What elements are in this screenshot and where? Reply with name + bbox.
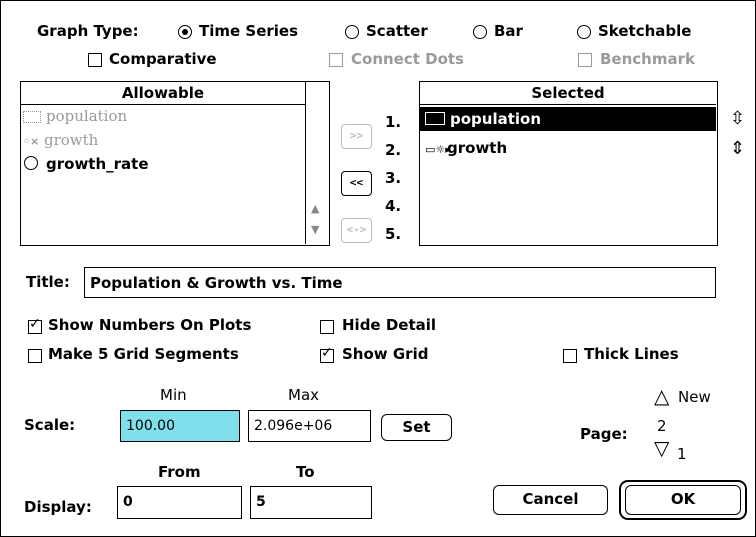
display-to-input[interactable]: 5 bbox=[250, 486, 372, 519]
comparative-label: Comparative bbox=[109, 50, 217, 68]
allowable-list[interactable]: Allowable population ◦⨯ growth growth_rat… bbox=[20, 81, 330, 246]
reorder-first-icon[interactable]: ⇳ bbox=[730, 108, 745, 129]
benchmark-label: Benchmark bbox=[600, 50, 695, 68]
slot-number: 3. bbox=[385, 169, 402, 187]
selected-item[interactable]: ▭☼▸growth bbox=[425, 139, 507, 157]
checkmark-icon: ✓ bbox=[29, 316, 41, 332]
scale-max-input[interactable]: 2.096e+06 bbox=[248, 410, 371, 442]
connect-dots-checkbox bbox=[329, 53, 343, 67]
radio-time-series-label: Time Series bbox=[199, 22, 299, 40]
page-prev-label: 1 bbox=[677, 445, 687, 463]
radio-bar-label: Bar bbox=[494, 22, 523, 40]
scroll-up-icon[interactable]: ▲ bbox=[311, 202, 319, 215]
radio-sketchable-label: Sketchable bbox=[598, 22, 692, 40]
scale-label: Scale: bbox=[24, 416, 76, 434]
selected-item[interactable]: population bbox=[420, 107, 716, 131]
set-button[interactable]: Set bbox=[381, 414, 452, 441]
allowable-header: Allowable bbox=[21, 82, 305, 105]
comparative-checkbox[interactable] bbox=[88, 53, 102, 67]
display-to-label: To bbox=[296, 463, 315, 481]
grid-segments-label: Make 5 Grid Segments bbox=[48, 345, 239, 363]
benchmark-checkbox bbox=[578, 53, 592, 67]
scroll-down-icon[interactable]: ▼ bbox=[311, 223, 319, 236]
thick-lines-checkbox[interactable] bbox=[563, 349, 577, 363]
show-grid-checkbox[interactable]: ✓ bbox=[320, 345, 334, 363]
radio-sketchable-button[interactable] bbox=[577, 25, 591, 39]
page-number: 2 bbox=[657, 417, 667, 435]
radio-scatter-label: Scatter bbox=[366, 22, 428, 40]
scale-min-input[interactable]: 100.00 bbox=[120, 410, 240, 442]
radio-time-series-button[interactable] bbox=[178, 25, 192, 39]
page-down-icon[interactable]: ▽ bbox=[654, 438, 669, 458]
allowable-item[interactable]: growth_rate bbox=[24, 155, 149, 173]
show-numbers-checkbox[interactable]: ✓ bbox=[28, 316, 42, 334]
show-grid-label: Show Grid bbox=[342, 345, 429, 363]
allowable-scrollbar[interactable]: ▲ ▼ bbox=[305, 82, 328, 244]
scale-min-label: Min bbox=[160, 386, 187, 404]
hide-detail-label: Hide Detail bbox=[342, 316, 437, 334]
scale-max-label: Max bbox=[288, 386, 320, 404]
selected-header: Selected bbox=[420, 82, 716, 105]
remove-button[interactable]: << bbox=[341, 171, 372, 196]
hide-detail-checkbox[interactable] bbox=[320, 320, 334, 334]
grid-segments-checkbox[interactable] bbox=[28, 349, 42, 363]
swap-button[interactable]: <-> bbox=[341, 218, 372, 243]
ok-button[interactable]: OK bbox=[625, 485, 741, 515]
slot-number: 5. bbox=[385, 225, 402, 243]
slot-number: 4. bbox=[385, 197, 402, 215]
selected-list[interactable]: Selected population ▭☼▸growth bbox=[419, 81, 718, 246]
title-input[interactable]: Population & Growth vs. Time bbox=[84, 267, 716, 298]
page-label: Page: bbox=[580, 425, 628, 443]
title-label: Title: bbox=[26, 273, 70, 291]
checkmark-icon: ✓ bbox=[321, 345, 333, 361]
show-numbers-label: Show Numbers On Plots bbox=[48, 316, 252, 334]
stock-icon bbox=[425, 112, 445, 125]
flow-icon: ▭☼▸ bbox=[425, 143, 451, 156]
page-up-icon[interactable]: △ bbox=[654, 386, 669, 406]
page-new-label: New bbox=[678, 388, 711, 406]
slot-number: 1. bbox=[385, 113, 402, 131]
flow-icon: ◦⨯ bbox=[23, 135, 40, 148]
display-from-input[interactable]: 0 bbox=[117, 486, 242, 519]
radio-scatter-button[interactable] bbox=[345, 25, 359, 39]
slot-number: 2. bbox=[385, 141, 402, 159]
stock-icon bbox=[23, 110, 41, 123]
display-from-label: From bbox=[158, 463, 201, 481]
allowable-item[interactable]: ◦⨯ growth bbox=[23, 131, 98, 149]
reorder-icon[interactable]: ⇕ bbox=[730, 138, 745, 159]
radio-bar-button[interactable] bbox=[473, 25, 487, 39]
allowable-item[interactable]: population bbox=[23, 107, 127, 125]
cancel-button[interactable]: Cancel bbox=[493, 485, 608, 515]
connect-dots-label: Connect Dots bbox=[351, 50, 464, 68]
converter-icon bbox=[24, 156, 38, 170]
thick-lines-label: Thick Lines bbox=[584, 345, 679, 363]
graph-type-label: Graph Type: bbox=[37, 22, 139, 40]
add-button[interactable]: >> bbox=[341, 124, 372, 149]
display-label: Display: bbox=[24, 498, 92, 516]
